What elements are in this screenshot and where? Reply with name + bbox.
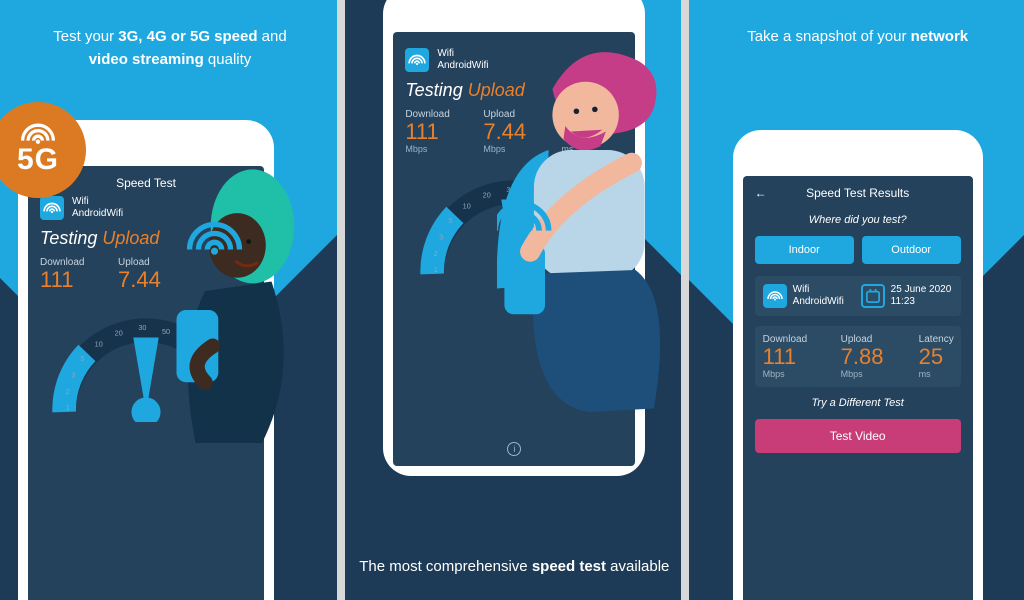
svg-text:1: 1 [66, 403, 70, 412]
back-icon[interactable]: ← [755, 186, 767, 200]
5g-badge-text: 5G [17, 143, 59, 177]
svg-text:10: 10 [463, 202, 471, 211]
metric-latency: Latency 25 ms [919, 334, 973, 379]
wifi-icon-tile [763, 284, 787, 308]
svg-text:20: 20 [115, 329, 123, 338]
svg-text:20: 20 [483, 191, 491, 200]
headline: Test your 3G, 4G or 5G speed and video s… [20, 26, 320, 71]
wifi-name: AndroidWifi [72, 208, 123, 220]
svg-text:3: 3 [440, 233, 444, 242]
screen-title: Speed Test Results [779, 186, 937, 200]
wifi-icon [43, 201, 61, 215]
wifi-label: Wifi [437, 48, 488, 60]
character-illustration [497, 30, 680, 418]
svg-text:2: 2 [434, 249, 438, 258]
metrics-card: Download 111 Mbps Upload 7.88 Mbps Laten… [755, 326, 961, 387]
svg-text:5: 5 [80, 354, 84, 363]
metric-download: Download 111 [40, 257, 94, 292]
info-icon[interactable]: i [507, 442, 521, 456]
wifi-icon [767, 290, 783, 302]
info-card: Wifi AndroidWifi 25 June 2020 11:23 [755, 276, 961, 316]
test-video-button[interactable]: Test Video [755, 419, 961, 453]
wifi-icon-tile [405, 48, 429, 72]
date-info: 25 June 2020 11:23 [861, 284, 953, 308]
phone-mockup: ← Speed Test Results Where did you test?… [733, 130, 983, 600]
calendar-icon [861, 284, 885, 308]
promo-panel-3: Take a snapshot of your network ← Speed … [689, 0, 1024, 600]
wifi-icon [408, 53, 426, 67]
phone-screen: ← Speed Test Results Where did you test?… [743, 176, 973, 600]
svg-text:10: 10 [95, 340, 103, 349]
promo-panel-1: Test your 3G, 4G or 5G speed and video s… [0, 0, 337, 600]
promo-panel-2: Wifi AndroidWifi Testing Upload Download… [345, 0, 680, 600]
try-different-label: Try a Different Test [755, 397, 961, 409]
metric-download: Download 111 Mbps [405, 109, 459, 154]
outdoor-button[interactable]: Outdoor [862, 236, 961, 264]
headline: The most comprehensive speed test availa… [345, 556, 680, 579]
metric-upload: Upload 7.88 Mbps [841, 334, 895, 379]
svg-text:30: 30 [138, 323, 146, 332]
wifi-label: Wifi [72, 196, 123, 208]
question-label: Where did you test? [755, 214, 961, 226]
metric-download: Download 111 Mbps [763, 334, 817, 379]
svg-text:3: 3 [71, 371, 75, 380]
svg-text:2: 2 [66, 387, 70, 396]
headline: Take a snapshot of your network [689, 26, 1024, 49]
wifi-icon-tile [40, 196, 64, 220]
character-illustration [148, 158, 337, 443]
indoor-button[interactable]: Indoor [755, 236, 854, 264]
wifi-name: AndroidWifi [437, 60, 488, 72]
svg-text:1: 1 [434, 265, 438, 274]
svg-text:5: 5 [449, 216, 453, 225]
wifi-icon [18, 123, 58, 145]
wifi-info: Wifi AndroidWifi [763, 284, 855, 308]
